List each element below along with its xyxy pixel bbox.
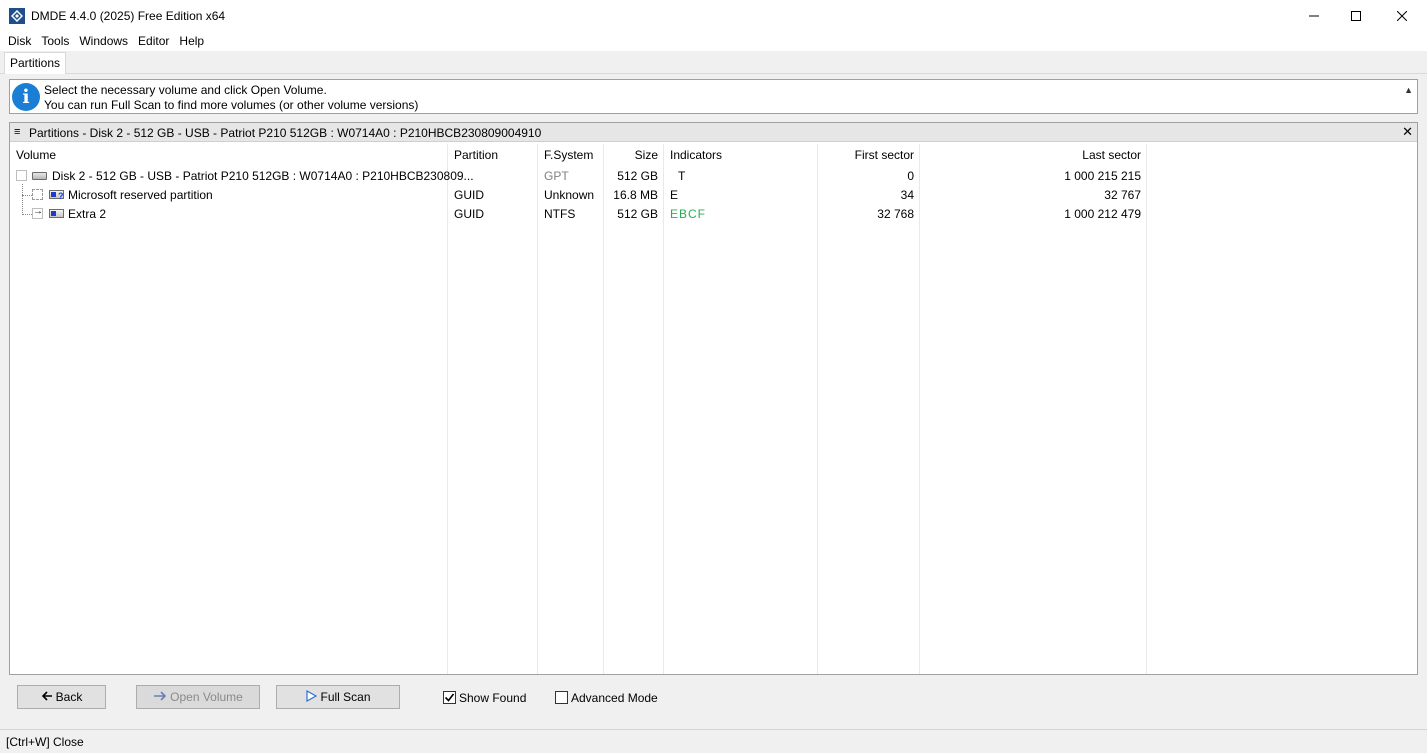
play-icon <box>305 689 318 705</box>
menu-windows[interactable]: Windows <box>74 31 133 51</box>
column-header-size[interactable]: Size <box>602 148 658 162</box>
column-header-partition[interactable]: Partition <box>454 148 498 162</box>
tab-strip: Partitions <box>0 51 1427 74</box>
volume-name: Microsoft reserved partition <box>68 188 213 202</box>
back-button[interactable]: Back <box>17 685 106 709</box>
info-text-line1: Select the necessary volume and click Op… <box>44 83 327 97</box>
collapse-arrow-icon[interactable]: ▲ <box>1404 85 1413 95</box>
menu-editor[interactable]: Editor <box>133 31 174 51</box>
first-sector-cell: 32 768 <box>877 207 914 221</box>
fs-cell: GPT <box>544 169 569 183</box>
question-mark-icon: ? <box>58 191 64 201</box>
last-sector-cell: 1 000 215 215 <box>1064 169 1141 183</box>
row-checkbox[interactable] <box>16 170 27 181</box>
fs-cell: NTFS <box>544 207 576 221</box>
close-button[interactable] <box>1379 0 1425 31</box>
column-header-fsystem[interactable]: F.System <box>544 148 593 162</box>
partition-cell: GUID <box>454 188 484 202</box>
last-sector-cell: 1 000 212 479 <box>1064 207 1141 221</box>
column-divider[interactable] <box>447 144 448 674</box>
info-text-line2: You can run Full Scan to find more volum… <box>44 98 419 112</box>
full-scan-label: Full Scan <box>320 690 371 704</box>
volume-name: Extra 2 <box>68 207 107 221</box>
arrow-right-icon: → <box>33 206 43 217</box>
open-arrow-icon <box>153 690 167 704</box>
menu-tools[interactable]: Tools <box>36 31 74 51</box>
title-bar: DMDE 4.4.0 (2025) Free Edition x64 <box>0 0 1427 31</box>
column-header-last-sector[interactable]: Last sector <box>920 148 1141 162</box>
drive-icon <box>32 172 47 180</box>
column-divider[interactable] <box>537 144 538 674</box>
open-volume-button[interactable]: Open Volume <box>136 685 260 709</box>
minimize-icon <box>1309 15 1319 16</box>
column-divider[interactable] <box>919 144 920 674</box>
indicators-cell: E <box>670 188 679 202</box>
info-icon: i <box>12 83 40 111</box>
tree-line <box>22 214 32 215</box>
first-sector-cell: 0 <box>907 169 914 183</box>
app-logo-icon <box>9 7 25 24</box>
column-divider[interactable] <box>603 144 604 674</box>
status-text: [Ctrl+W] Close <box>6 735 84 749</box>
tree-line <box>22 184 23 215</box>
arrow-left-icon <box>41 690 53 704</box>
open-volume-label: Open Volume <box>170 690 243 704</box>
column-divider[interactable] <box>663 144 664 674</box>
volume-name: Disk 2 - 512 GB - USB - Patriot P210 512… <box>52 169 474 183</box>
panel-close-icon[interactable]: ✕ <box>1402 124 1413 140</box>
maximize-button[interactable] <box>1333 0 1379 31</box>
menu-help[interactable]: Help <box>174 31 209 51</box>
window-title: DMDE 4.4.0 (2025) Free Edition x64 <box>31 8 226 23</box>
checkmark-icon <box>444 693 455 702</box>
advanced-mode-checkbox[interactable] <box>555 691 568 704</box>
column-header-volume[interactable]: Volume <box>16 148 56 162</box>
maximize-icon <box>1351 10 1361 21</box>
row-checkbox[interactable] <box>32 189 43 200</box>
tree-line <box>22 195 32 196</box>
show-found-checkbox[interactable] <box>443 691 456 704</box>
full-scan-button[interactable]: Full Scan <box>276 685 400 709</box>
close-icon <box>1397 10 1407 21</box>
column-divider[interactable] <box>817 144 818 674</box>
panel-header: ≡ Partitions - Disk 2 - 512 GB - USB - P… <box>10 123 1417 142</box>
column-divider[interactable] <box>1146 144 1147 674</box>
status-bar: [Ctrl+W] Close <box>0 729 1427 753</box>
partition-cell: GUID <box>454 207 484 221</box>
column-header-first-sector[interactable]: First sector <box>818 148 914 162</box>
first-sector-cell: 34 <box>900 188 914 202</box>
menu-disk[interactable]: Disk <box>3 31 36 51</box>
last-sector-cell: 32 767 <box>1104 188 1141 202</box>
fs-cell: Unknown <box>544 188 595 202</box>
size-cell: 16.8 MB <box>613 188 658 202</box>
partitions-panel: ≡ Partitions - Disk 2 - 512 GB - USB - P… <box>9 122 1418 675</box>
column-header-indicators[interactable]: Indicators <box>670 148 722 162</box>
back-label: Back <box>55 690 83 704</box>
advanced-mode-label[interactable]: Advanced Mode <box>571 691 658 705</box>
indicators-cell: T <box>678 169 686 183</box>
partition-ntfs-icon <box>49 209 64 218</box>
panel-menu-icon[interactable]: ≡ <box>14 126 20 138</box>
tab-partitions[interactable]: Partitions <box>4 52 67 74</box>
show-found-label[interactable]: Show Found <box>459 691 526 705</box>
menu-bar: Disk Tools Windows Editor Help <box>0 31 1427 51</box>
panel-title: Partitions - Disk 2 - 512 GB - USB - Pat… <box>29 126 542 140</box>
indicators-cell: EBCF <box>670 207 707 221</box>
minimize-button[interactable] <box>1291 0 1337 31</box>
info-bar: i Select the necessary volume and click … <box>9 79 1418 114</box>
size-cell: 512 GB <box>617 207 658 221</box>
size-cell: 512 GB <box>617 169 658 183</box>
